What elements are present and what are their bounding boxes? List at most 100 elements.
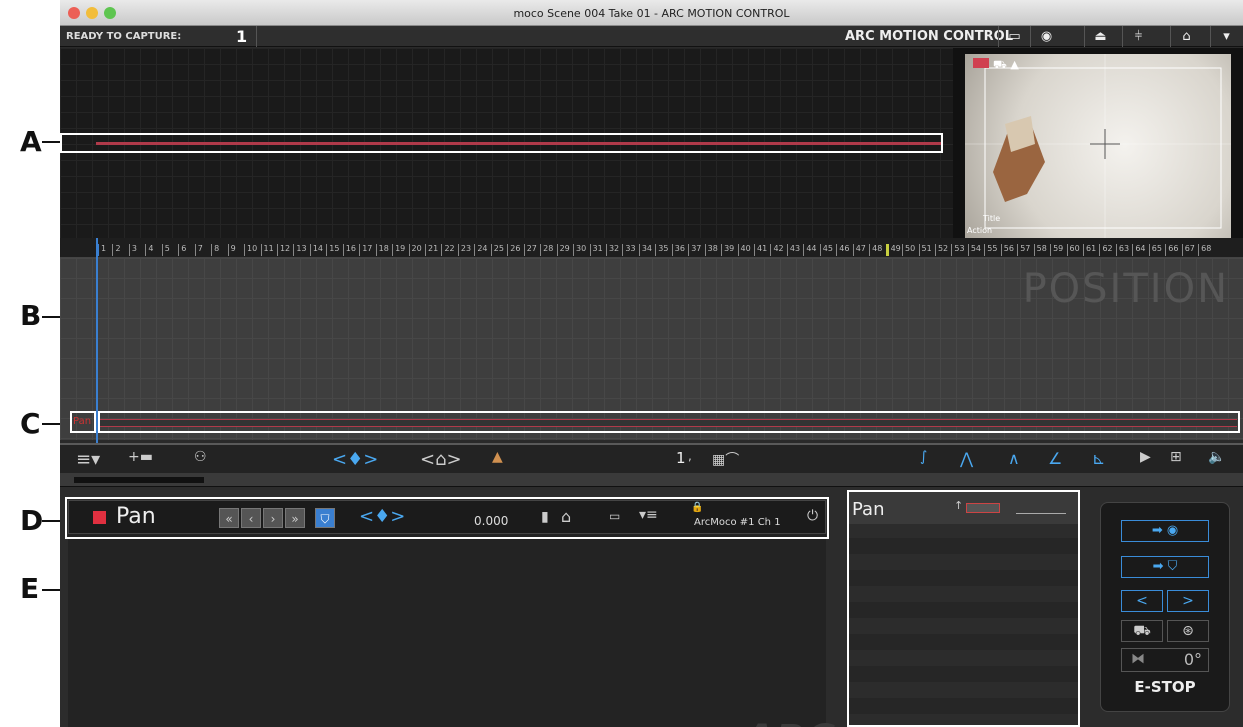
ruler-tick: 36 xyxy=(671,244,685,256)
ruler-tick: 15 xyxy=(326,244,339,256)
ruler-tick: 56 xyxy=(1000,244,1014,256)
speaker-icon[interactable]: 🔈 xyxy=(1208,449,1225,465)
callout-d: D xyxy=(20,504,44,537)
frame-unit: , xyxy=(688,449,692,463)
estop-button[interactable]: E-STOP xyxy=(1101,678,1229,696)
box-a xyxy=(60,133,943,153)
ruler-tick: 51 xyxy=(918,244,932,256)
status-bar: READY TO CAPTURE: 1 ARC MOTION CONTROL ▭… xyxy=(60,26,1243,47)
ease-in-icon[interactable]: ∠ xyxy=(1048,449,1062,468)
ruler-tick: 53 xyxy=(951,244,965,256)
ruler-tick: 68 xyxy=(1198,244,1211,256)
ruler-tick: 19 xyxy=(392,244,405,256)
jog-back-button[interactable]: < xyxy=(1121,590,1163,612)
action-safe-label: Action xyxy=(967,226,993,235)
ruler-tick: 47 xyxy=(852,244,866,256)
bowtie-icon: ⧓ xyxy=(1131,651,1145,667)
ruler-tick: 6 xyxy=(178,244,186,256)
ruler-tick: 8 xyxy=(211,244,219,256)
ruler-tick: 59 xyxy=(1050,244,1063,256)
rig-link-icon[interactable]: ⚇ xyxy=(194,449,207,465)
ruler-tick: 30 xyxy=(573,244,586,256)
ruler-tick: 10 xyxy=(244,244,257,256)
divider xyxy=(256,26,257,47)
preview-overlay: ⛟ ▲ xyxy=(965,54,1231,238)
timeline-ruler[interactable]: 1 2 3 4 5 6 7 8 9 10 11 12 13 14 15 16 17 18 19 20 21 22 23 24 2… xyxy=(60,238,1243,258)
rig-icon[interactable]: ⏏ xyxy=(1084,26,1116,47)
ruler-tick: 49 xyxy=(885,244,901,256)
brand-title: ARC MOTION CONTROL xyxy=(845,29,1013,44)
ruler-tick: 63 xyxy=(1115,244,1129,256)
axis-list-area: ARC xyxy=(68,534,835,727)
box-e xyxy=(847,490,1080,727)
camera-preview: ⛟ ▲ Title Action xyxy=(953,48,1243,238)
play-icon[interactable]: ▶ xyxy=(1140,449,1151,465)
lens-icon[interactable]: ⊛ xyxy=(1167,620,1209,642)
ruler-tick: 37 xyxy=(688,244,701,256)
app-window: moco Scene 004 Take 01 - ARC MOTION CONT… xyxy=(60,0,1243,727)
jog-forward-button[interactable]: > xyxy=(1167,590,1209,612)
ruler-tick: 65 xyxy=(1148,244,1162,256)
ruler-tick: 28 xyxy=(540,244,553,256)
arc-logo: ARC xyxy=(744,717,835,727)
title-safe-label: Title xyxy=(983,214,1001,223)
ease-out-icon[interactable]: ⊾ xyxy=(1092,449,1105,468)
ruler-tick: 43 xyxy=(786,244,800,256)
ruler-tick: 13 xyxy=(293,244,307,256)
menu-icon[interactable]: ≡▾ xyxy=(76,449,100,470)
video-camera-icon[interactable]: ⛟ xyxy=(1121,620,1163,642)
move-to-camera-button[interactable]: ➡ ◉ xyxy=(1121,520,1209,542)
svg-text:⛟ ▲: ⛟ ▲ xyxy=(993,58,1019,71)
waveform-icon[interactable]: ⫩ xyxy=(1122,26,1154,47)
window-title: moco Scene 004 Take 01 - ARC MOTION CONT… xyxy=(513,7,790,20)
ruler-tick: 3 xyxy=(128,244,137,256)
ruler-tick: 31 xyxy=(589,244,603,256)
callout-a-line xyxy=(42,141,60,143)
frame-number: 1 xyxy=(676,449,686,467)
ruler-tick: 34 xyxy=(638,244,652,256)
ruler-tick: 7 xyxy=(194,244,203,256)
ruler-tick: 16 xyxy=(342,244,356,256)
ruler-tick: 25 xyxy=(490,244,504,256)
add-frame-icon[interactable]: ⊞ xyxy=(1170,449,1182,465)
box-b xyxy=(98,411,1240,433)
ruler-tick: 35 xyxy=(655,244,668,256)
ruler-tick: 20 xyxy=(408,244,422,256)
camera-icon[interactable]: ◉ xyxy=(1030,26,1062,47)
graph-mode-title: POSITION xyxy=(1022,266,1229,312)
callout-c: C xyxy=(20,407,41,440)
ruler-tick: 60 xyxy=(1066,244,1080,256)
ruler-tick: 58 xyxy=(1033,244,1047,256)
monitor-icon[interactable]: ▭ xyxy=(998,26,1030,47)
box-c xyxy=(70,411,96,433)
callout-a: A xyxy=(20,125,42,158)
ruler-tick: 32 xyxy=(605,244,619,256)
linear-curve-icon[interactable]: ∧ xyxy=(1008,449,1020,468)
smooth-curve-icon[interactable]: ⋀ xyxy=(960,449,973,468)
ruler-tick: 46 xyxy=(836,244,849,256)
horizontal-scrollbar[interactable] xyxy=(60,473,1243,487)
ruler-tick: 5 xyxy=(161,244,170,256)
ruler-tick: 44 xyxy=(803,244,817,256)
home-nav[interactable]: <⌂> xyxy=(420,449,462,470)
route-icon[interactable]: ⌂ xyxy=(1170,26,1202,47)
capture-count: 1 xyxy=(236,27,248,46)
ruler-tick: 29 xyxy=(556,244,570,256)
spline-icon[interactable]: ∫ xyxy=(920,449,927,465)
ruler-tick: 41 xyxy=(754,244,767,256)
move-to-home-button[interactable]: ➡ ⛉ xyxy=(1121,556,1209,578)
add-keyframe-icon[interactable]: +▬ xyxy=(128,449,153,465)
dropdown-icon[interactable]: ▾ xyxy=(1210,26,1242,47)
ruler-tick: 45 xyxy=(819,244,833,256)
ruler-tick: 66 xyxy=(1165,244,1178,256)
ruler-tick: 54 xyxy=(967,244,981,256)
keyframe-nav[interactable]: <♦> xyxy=(332,449,378,470)
ruler-tick: 48 xyxy=(869,244,882,256)
estop-panel: ➡ ◉ ➡ ⛉ < > ⛟ ⊛ 0° ⧓ E-STOP xyxy=(1100,502,1230,712)
ruler-tick: 38 xyxy=(704,244,718,256)
preview-image: ⛟ ▲ xyxy=(965,54,1231,238)
home-icon[interactable]: ▲ xyxy=(492,449,503,465)
zoom-slider[interactable] xyxy=(74,477,204,483)
callout-b: B xyxy=(20,299,42,332)
waveform-toggle-icon[interactable]: ▦⌒ xyxy=(712,449,739,469)
